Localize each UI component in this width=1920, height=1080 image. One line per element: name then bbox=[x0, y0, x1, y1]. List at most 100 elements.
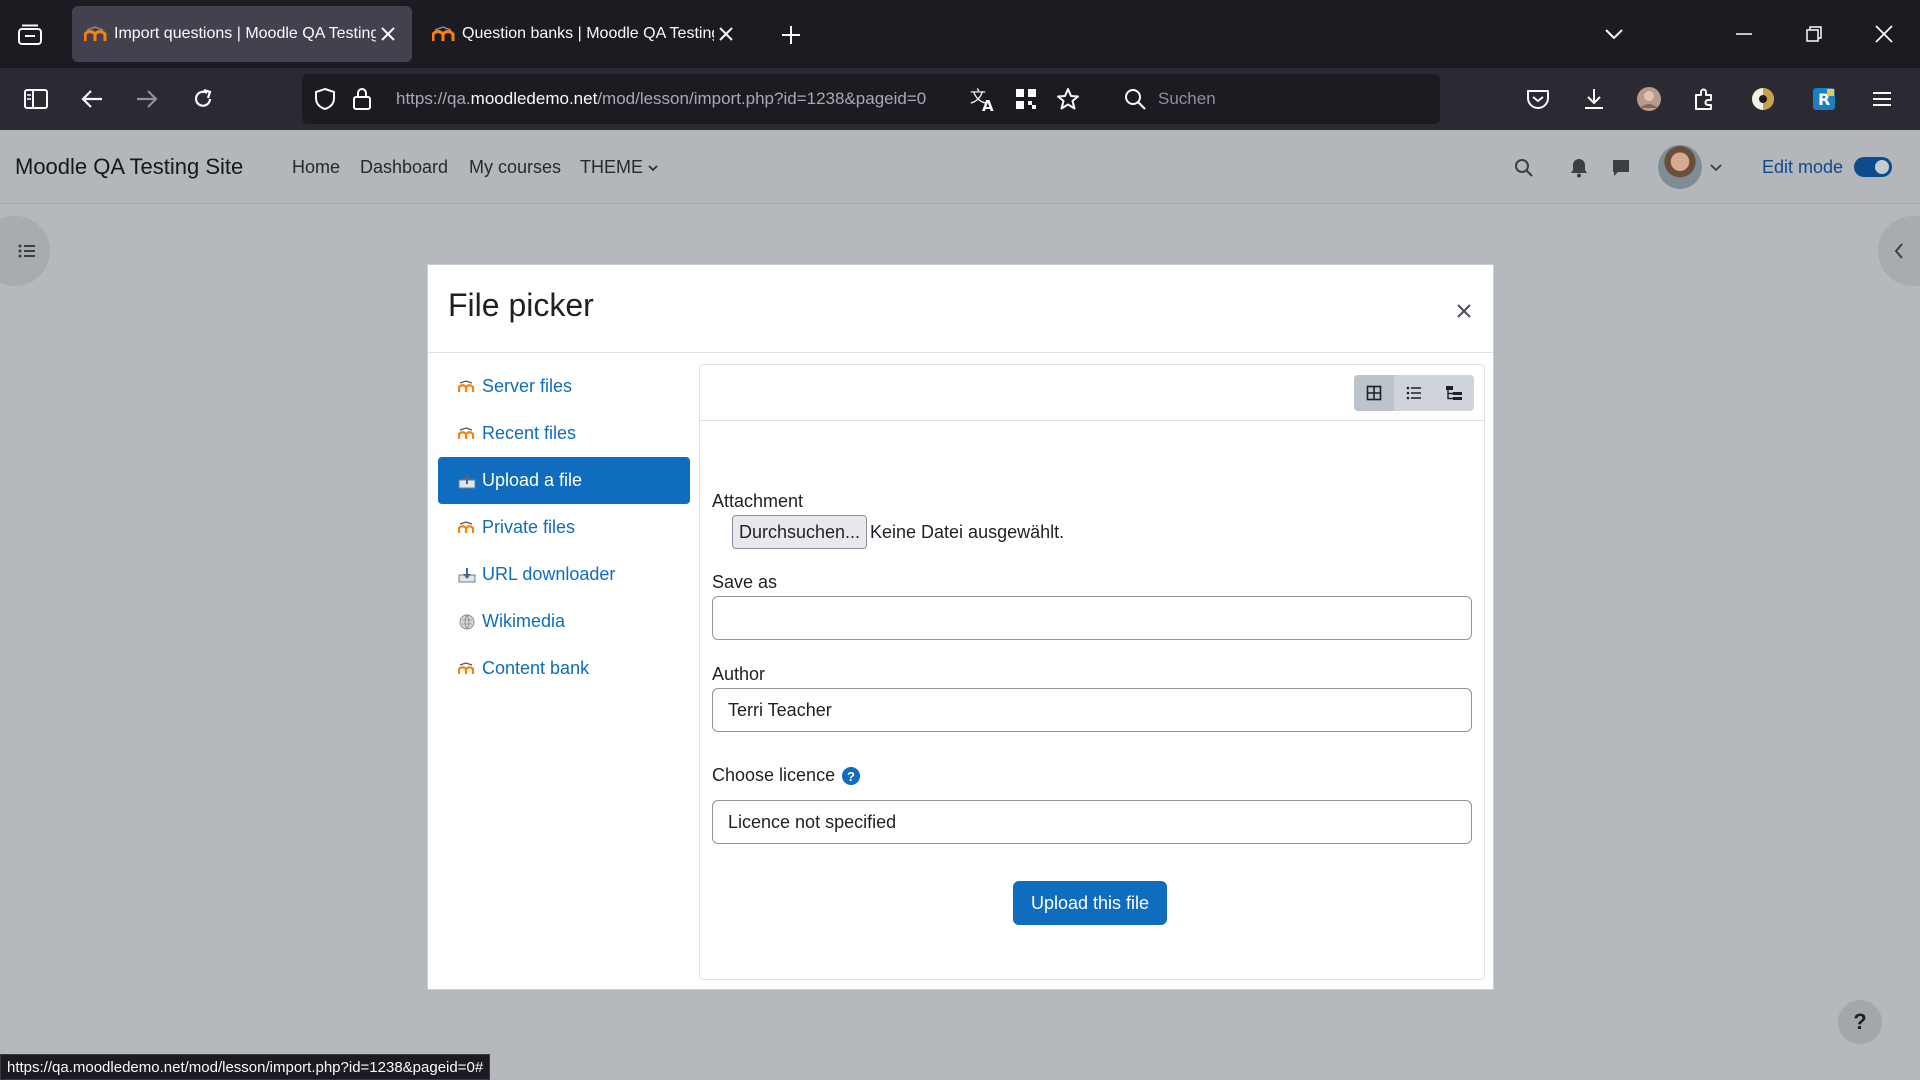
licence-select[interactable]: Licence not specified bbox=[712, 800, 1472, 844]
translate-icon[interactable]: 文A bbox=[970, 86, 998, 117]
file-picker-modal: File picker Server files Recent files Up… bbox=[427, 264, 1494, 990]
moodle-favicon-icon bbox=[84, 24, 108, 44]
user-avatar[interactable] bbox=[1658, 145, 1702, 189]
profile-avatar-icon[interactable] bbox=[1631, 81, 1667, 117]
repository-list: Server files Recent files Upload a file … bbox=[438, 363, 690, 692]
save-as-label: Save as bbox=[712, 572, 778, 592]
author-label: Author bbox=[712, 664, 766, 684]
browser-nav-bar: https://qa.moodledemo.net/mod/lesson/imp… bbox=[0, 68, 1920, 130]
wikimedia-icon bbox=[458, 614, 476, 630]
repo-content-bank[interactable]: Content bank bbox=[438, 645, 690, 692]
url-downloader-icon bbox=[458, 567, 476, 583]
nav-home[interactable]: Home bbox=[292, 130, 340, 204]
extensions-icon[interactable] bbox=[1686, 81, 1722, 117]
chevron-left-icon bbox=[1894, 243, 1903, 259]
status-bar-url: https://qa.moodledemo.net/mod/lesson/imp… bbox=[0, 1054, 491, 1080]
nav-dashboard[interactable]: Dashboard bbox=[360, 130, 448, 204]
list-icon bbox=[18, 244, 35, 258]
icons-view-icon[interactable] bbox=[1354, 375, 1394, 411]
list-view-icon[interactable] bbox=[1394, 375, 1434, 411]
modal-title: File picker bbox=[448, 287, 594, 323]
tab-close-icon[interactable] bbox=[376, 22, 400, 46]
nav-theme[interactable]: THEME bbox=[580, 130, 658, 204]
repo-url-downloader[interactable]: URL downloader bbox=[438, 551, 690, 598]
edit-mode-toggle[interactable] bbox=[1854, 157, 1892, 177]
search-placeholder: Suchen bbox=[1158, 89, 1216, 108]
repo-label: Content bank bbox=[482, 658, 590, 678]
course-index-toggle[interactable] bbox=[0, 216, 50, 286]
repo-label: Wikimedia bbox=[482, 611, 566, 631]
new-tab-icon[interactable] bbox=[776, 20, 806, 50]
repo-recent-files[interactable]: Recent files bbox=[438, 410, 690, 457]
repo-upload-a-file[interactable]: Upload a file bbox=[438, 457, 690, 504]
tab-title: Import questions | Moodle QA Testing Sit… bbox=[114, 25, 376, 42]
repo-server-files[interactable]: Server files bbox=[438, 363, 690, 410]
repo-label: Recent files bbox=[482, 423, 577, 443]
author-input[interactable] bbox=[712, 688, 1472, 732]
lock-icon[interactable] bbox=[352, 87, 372, 116]
moodle-favicon-icon bbox=[432, 24, 456, 44]
svg-text:A: A bbox=[982, 97, 994, 112]
tree-view-icon[interactable] bbox=[1434, 375, 1474, 411]
qr-code-icon[interactable] bbox=[1015, 88, 1037, 115]
repo-label: Private files bbox=[482, 517, 576, 537]
repo-label: Upload a file bbox=[482, 470, 583, 490]
tab-title: Question banks | Moodle QA Testing Site bbox=[462, 25, 714, 42]
attachment-label: Attachment bbox=[712, 491, 804, 511]
pocket-icon[interactable] bbox=[1520, 81, 1556, 117]
site-name[interactable]: Moodle QA Testing Site bbox=[15, 130, 243, 204]
tab-list-chevron-icon[interactable] bbox=[1592, 14, 1636, 54]
block-drawer-toggle[interactable] bbox=[1878, 216, 1920, 286]
help-button[interactable]: ? bbox=[1838, 1000, 1882, 1044]
repo-label: Server files bbox=[482, 376, 573, 396]
chevron-down-icon[interactable] bbox=[1702, 154, 1730, 182]
save-as-input[interactable] bbox=[712, 596, 1472, 640]
search-icon[interactable] bbox=[1510, 154, 1538, 182]
file-picker-toolbar bbox=[700, 365, 1484, 421]
file-status-text: Keine Datei ausgewählt. bbox=[870, 522, 1065, 542]
repo-label: URL downloader bbox=[482, 564, 616, 584]
tab-overview-icon[interactable] bbox=[12, 17, 48, 53]
moodle-icon bbox=[458, 426, 476, 442]
search-bar[interactable]: Suchen bbox=[1110, 74, 1440, 124]
tab-close-icon[interactable] bbox=[714, 22, 738, 46]
chevron-down-icon bbox=[648, 165, 658, 171]
messages-icon[interactable] bbox=[1607, 154, 1635, 182]
extension-r-icon[interactable]: R bbox=[1806, 81, 1842, 117]
extension-badge-icon[interactable] bbox=[1745, 81, 1781, 117]
sidebar-toggle-icon[interactable] bbox=[18, 81, 54, 117]
tab-question-banks[interactable]: Question banks | Moodle QA Testing Site bbox=[420, 6, 750, 62]
edit-mode-label: Edit mode bbox=[1762, 157, 1844, 177]
forward-icon[interactable] bbox=[129, 81, 165, 117]
upload-panel: Attachment Durchsuchen... Keine Datei au… bbox=[699, 364, 1485, 980]
upload-icon bbox=[458, 473, 476, 489]
repo-wikimedia[interactable]: Wikimedia bbox=[438, 598, 690, 645]
search-icon bbox=[1124, 88, 1146, 115]
minimize-icon[interactable] bbox=[1722, 14, 1766, 54]
reload-icon[interactable] bbox=[185, 81, 221, 117]
browse-button[interactable]: Durchsuchen... bbox=[732, 515, 868, 549]
back-icon[interactable] bbox=[74, 81, 110, 117]
moodle-navbar: Moodle QA Testing Site Home Dashboard My… bbox=[0, 130, 1920, 204]
browser-tab-bar: Import questions | Moodle QA Testing Sit… bbox=[0, 0, 1920, 68]
notification-bell-icon[interactable] bbox=[1565, 154, 1593, 182]
close-window-icon[interactable] bbox=[1862, 14, 1906, 54]
tracking-shield-icon[interactable] bbox=[314, 87, 336, 116]
moodle-icon bbox=[458, 520, 476, 536]
tab-import-questions[interactable]: Import questions | Moodle QA Testing Sit… bbox=[72, 6, 412, 62]
view-switcher bbox=[1354, 375, 1474, 411]
repo-private-files[interactable]: Private files bbox=[438, 504, 690, 551]
restore-icon[interactable] bbox=[1792, 14, 1836, 54]
downloads-icon[interactable] bbox=[1576, 81, 1612, 117]
help-question-icon[interactable]: ? bbox=[842, 767, 860, 785]
modal-header: File picker bbox=[428, 265, 1493, 353]
choose-licence-label: Choose licence bbox=[712, 765, 836, 785]
url-text[interactable]: https://qa.moodledemo.net/mod/lesson/imp… bbox=[396, 74, 926, 124]
close-icon[interactable] bbox=[1452, 299, 1476, 323]
nav-my-courses[interactable]: My courses bbox=[469, 130, 561, 204]
bookmark-star-icon[interactable] bbox=[1056, 87, 1080, 116]
moodle-icon bbox=[458, 661, 476, 677]
upload-this-file-button[interactable]: Upload this file bbox=[1013, 881, 1167, 925]
app-menu-icon[interactable] bbox=[1864, 81, 1900, 117]
moodle-icon bbox=[458, 379, 476, 395]
